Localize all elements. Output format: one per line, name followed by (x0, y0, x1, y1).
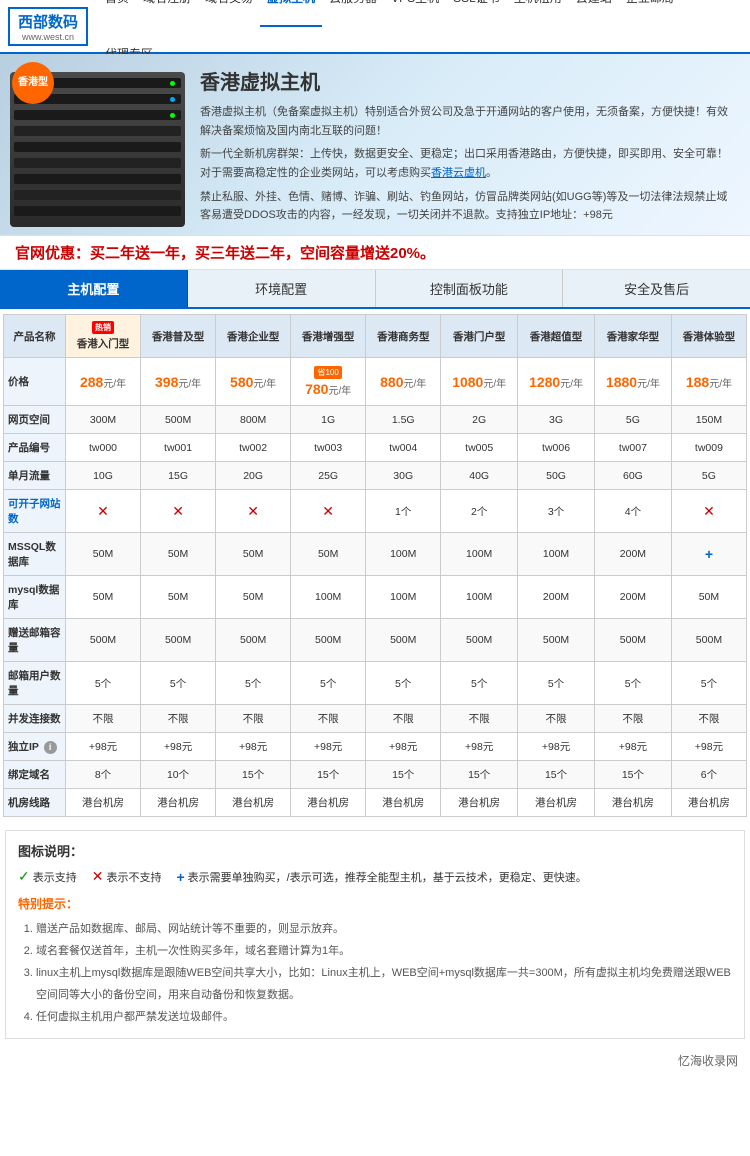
row-mail-space: 赠送邮箱容量 500M 500M 500M 500M 500M 500M 500… (4, 619, 747, 662)
price-business: 880元/年 (366, 358, 441, 406)
notices-list: 赠送产品如数据库、邮局、网站统计等不重要的，则显示放弃。 域名套餐仅送首年，主机… (18, 918, 732, 1028)
hero-desc3: 禁止私服、外挂、色情、赌博、诈骗、刷站、钓鱼网站，仿冒品牌类网站(如UGG等)等… (200, 188, 738, 225)
plus-symbol: + (176, 869, 184, 885)
nav-mail[interactable]: 企业邮局 (619, 0, 681, 27)
cloud-vhost-link[interactable]: 香港云虚机 (431, 167, 486, 179)
legend-title: 图标说明： (18, 841, 732, 860)
price-portal: 1080元/年 (441, 358, 518, 406)
price-enterprise: 580元/年 (216, 358, 291, 406)
tab-bar: 主机配置 环境配置 控制面板功能 安全及售后 (0, 270, 750, 309)
price-enhanced: 省100 780元/年 (291, 358, 366, 406)
hero-title: 香港虚拟主机 (200, 66, 738, 95)
table-section: 产品名称 热销 香港入门型 香港普及型 香港企业型 香港增强型 香港商务型 香港… (0, 309, 750, 822)
nav-cloud[interactable]: 云服务器 (322, 0, 384, 27)
col-hk-portal: 香港门户型 (441, 315, 518, 358)
nav-rent[interactable]: 主机租用 (507, 0, 569, 27)
row-price: 价格 288元/年 398元/年 580元/年 省100 780元/年 880元… (4, 358, 747, 406)
row-webspace: 网页空间 300M 500M 800M 1G 1.5G 2G 3G 5G 150… (4, 406, 747, 434)
nav-home[interactable]: 首页 (98, 0, 136, 27)
legend-cross: ✕ 表示不支持 (92, 868, 162, 885)
col-product-name: 产品名称 (4, 315, 66, 358)
hero-content: 香港虚拟主机 香港虚拟主机（免备案虚拟主机）特别适合外贸公司及急于开通网站的客户… (195, 54, 750, 235)
col-hk-trial: 香港体验型 (671, 315, 746, 358)
row-domains: 绑定域名 8个 10个 15个 15个 15个 15个 15个 15个 6个 (4, 761, 747, 789)
row-traffic: 单月流量 10G 15G 20G 25G 30G 40G 50G 60G 5G (4, 462, 747, 490)
nav-vhost[interactable]: 虚拟主机 (260, 0, 322, 27)
tab-env-config[interactable]: 环境配置 (188, 270, 376, 307)
hero-image-area: 香港型 (0, 54, 195, 235)
legend-check: ✓ 表示支持 (18, 868, 77, 885)
col-hk-enhanced: 香港增强型 (291, 315, 366, 358)
notice-item-3: linux主机上mysql数据库是跟随WEB空间共享大小，比如：Linux主机上… (36, 962, 732, 1006)
promo-text: 官网优惠：买二年送一年，买三年送二年，空间容量增送20%。 (15, 245, 435, 262)
hero-desc1: 香港虚拟主机（免备案虚拟主机）特别适合外贸公司及急于开通网站的客户使用，无须备案… (200, 103, 738, 140)
price-trial: 188元/年 (671, 358, 746, 406)
plus-desc: 表示需要单独购买，/表示可选，推荐全能型主机，基于云技术，更稳定、更快速。 (188, 869, 587, 885)
nav-ssl[interactable]: SSL证书 (446, 0, 507, 27)
col-hk-luxury: 香港家华型 (594, 315, 671, 358)
tab-panel-function[interactable]: 控制面板功能 (376, 270, 564, 307)
row-mail-users: 邮箱用户数量 5个 5个 5个 5个 5个 5个 5个 5个 5个 (4, 662, 747, 705)
row-mysql: mysql数据库 50M 50M 50M 100M 100M 100M 200M… (4, 576, 747, 619)
row-subsites: 可开子网站数 ✕ ✕ ✕ ✕ 1个 2个 3个 4个 ✕ (4, 490, 747, 533)
legend-plus: + 表示需要单独购买，/表示可选，推荐全能型主机，基于云技术，更稳定、更快速。 (176, 868, 586, 885)
row-mssql: MSSQL数据库 50M 50M 50M 50M 100M 100M 100M … (4, 533, 747, 576)
row-datacenter: 机房线路 港台机房 港台机房 港台机房 港台机房 港台机房 港台机房 港台机房 … (4, 789, 747, 817)
notice-item-1: 赠送产品如数据库、邮局、网站统计等不重要的，则显示放弃。 (36, 918, 732, 940)
tab-host-config[interactable]: 主机配置 (0, 270, 188, 307)
hero-section: 香港型 香港虚拟主机 香港虚拟主机（免备案虚拟主机）特别适合外贸公司及急于开通网… (0, 54, 750, 235)
notices-title: 特别提示： (18, 895, 732, 912)
nav-vps[interactable]: VPS主机 (384, 0, 446, 27)
col-hk-value: 香港超值型 (518, 315, 595, 358)
sale-tag: 省100 (314, 366, 341, 379)
check-symbol: ✓ (18, 868, 30, 885)
footer-logo-text: 忆海收录网 (678, 1054, 738, 1068)
cross-desc: 表示不支持 (106, 869, 161, 885)
col-hk-business: 香港商务型 (366, 315, 441, 358)
logo-title: 西部数码 (18, 11, 78, 32)
check-desc: 表示支持 (33, 869, 77, 885)
hot-tag: 热销 (92, 321, 114, 334)
label-price: 价格 (4, 358, 66, 406)
notices-section: 特别提示： 赠送产品如数据库、邮局、网站统计等不重要的，则显示放弃。 域名套餐仅… (18, 895, 732, 1028)
promo-bar: 官网优惠：买二年送一年，买三年送二年，空间容量增送20%。 (0, 235, 750, 270)
header: 西部数码 www.west.cn 首页 域名注册 域名交易 虚拟主机 云服务器 … (0, 0, 750, 54)
row-independent-ip: 独立IP i +98元 +98元 +98元 +98元 +98元 +98元 +98… (4, 733, 747, 761)
row-product-code: 产品编号 tw000 tw001 tw002 tw003 tw004 tw005… (4, 434, 747, 462)
logo-sub: www.west.cn (22, 32, 74, 42)
nav-domain-trade[interactable]: 域名交易 (198, 0, 260, 27)
tab-security[interactable]: 安全及售后 (563, 270, 750, 307)
price-entry: 288元/年 (66, 358, 141, 406)
legend-items: ✓ 表示支持 ✕ 表示不支持 + 表示需要单独购买，/表示可选，推荐全能型主机，… (18, 868, 732, 885)
price-luxury: 1880元/年 (594, 358, 671, 406)
price-table: 产品名称 热销 香港入门型 香港普及型 香港企业型 香港增强型 香港商务型 香港… (3, 314, 747, 817)
notice-item-4: 任何虚拟主机用户都严禁发送垃圾邮件。 (36, 1006, 732, 1028)
price-popular: 398元/年 (141, 358, 216, 406)
nav-sitebuilder[interactable]: 云建站 (569, 0, 619, 27)
col-hk-popular: 香港普及型 (141, 315, 216, 358)
legend-section: 图标说明： ✓ 表示支持 ✕ 表示不支持 + 表示需要单独购买，/表示可选，推荐… (5, 830, 745, 1039)
cross-symbol: ✕ (92, 868, 104, 885)
logo[interactable]: 西部数码 www.west.cn (8, 7, 88, 46)
col-hk-entry: 热销 香港入门型 (66, 315, 141, 358)
hero-desc2: 新一代全新机房群架：上传快，数据更安全、更稳定；出口采用香港路由，方便快捷，即买… (200, 145, 738, 182)
nav-domain-reg[interactable]: 域名注册 (136, 0, 198, 27)
notice-item-2: 域名套餐仅送首年，主机一次性购买多年，域名套赠计算为1年。 (36, 940, 732, 962)
info-icon[interactable]: i (44, 741, 57, 754)
badge-hk: 香港型 (12, 62, 54, 104)
price-value: 1280元/年 (518, 358, 595, 406)
col-hk-enterprise: 香港企业型 (216, 315, 291, 358)
footer-logo-area: 忆海收录网 (0, 1047, 750, 1077)
subsites-link[interactable]: 可开子网站数 (8, 498, 61, 525)
row-concurrent: 并发连接数 不限 不限 不限 不限 不限 不限 不限 不限 不限 (4, 705, 747, 733)
